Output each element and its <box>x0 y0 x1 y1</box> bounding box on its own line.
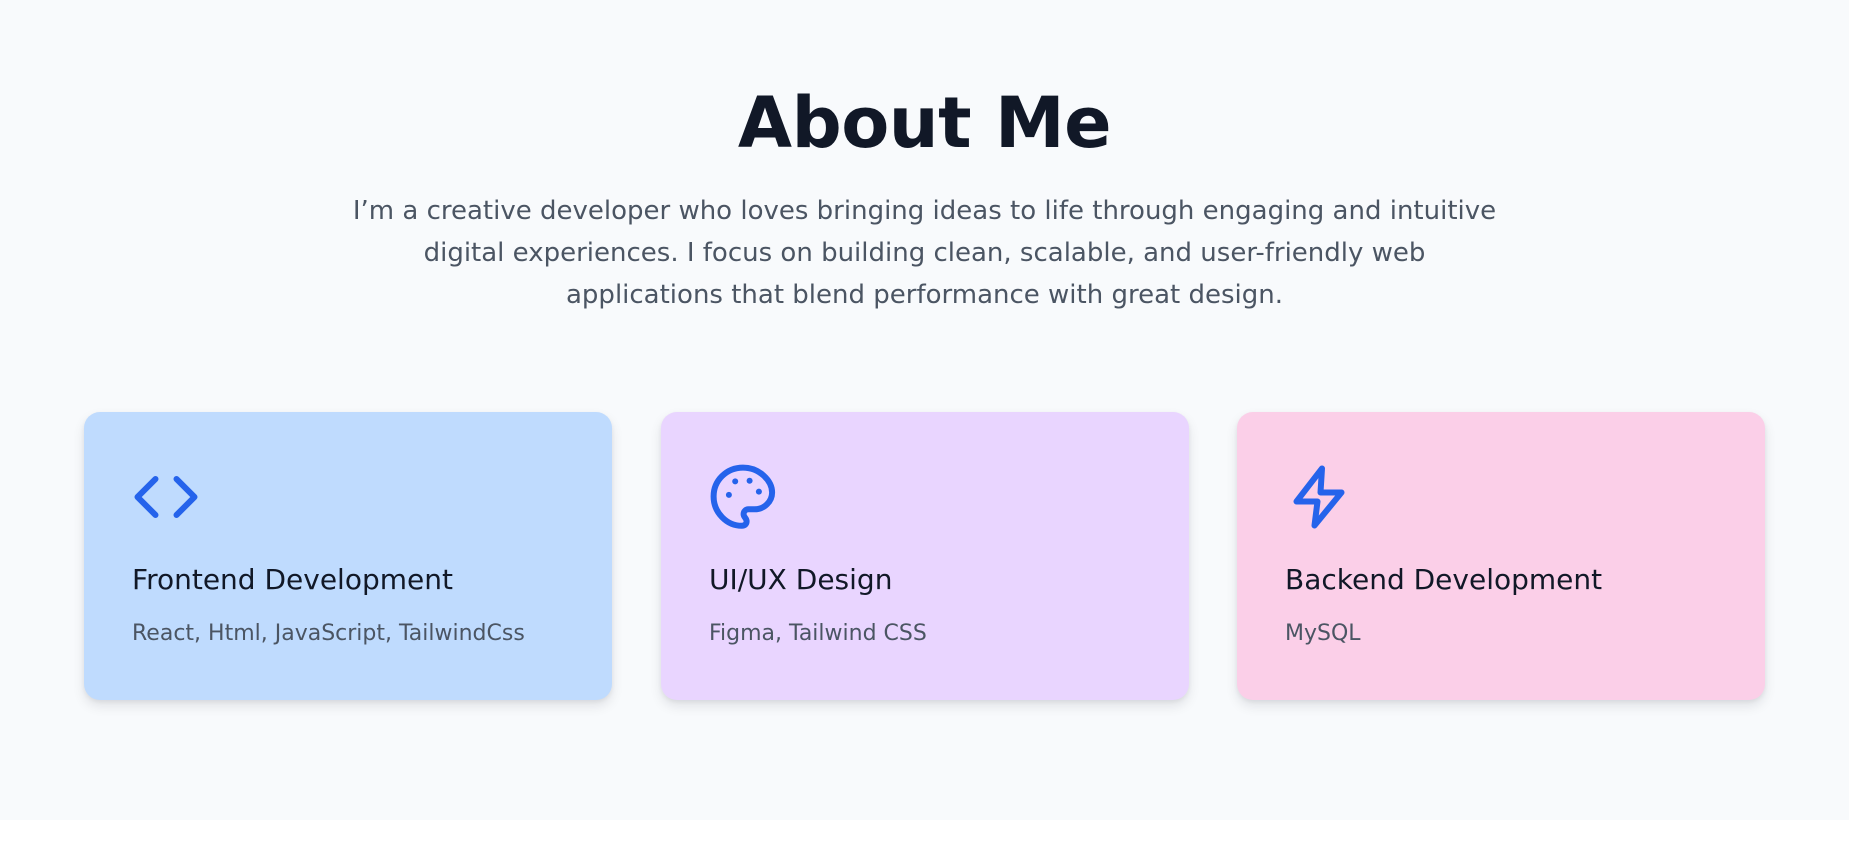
card-skills: Figma, Tailwind CSS <box>709 621 927 646</box>
section-title: About Me <box>737 82 1112 164</box>
intro-paragraph: I’m a creative developer who loves bring… <box>352 196 1497 310</box>
card-skills: MySQL <box>1285 621 1361 646</box>
palette-icon <box>707 461 779 533</box>
card-title: Frontend Development <box>132 563 453 596</box>
lightning-icon <box>1283 461 1355 533</box>
card-title: Backend Development <box>1285 563 1603 596</box>
card-frontend-development[interactable]: Frontend Development React, Html, JavaSc… <box>84 412 612 700</box>
card-backend-development[interactable]: Backend Development MySQL <box>1237 412 1765 700</box>
about-section: About Me I’m a creative developer who lo… <box>0 0 1849 820</box>
card-title: UI/UX Design <box>709 563 893 596</box>
card-ui-ux-design[interactable]: UI/UX Design Figma, Tailwind CSS <box>661 412 1189 700</box>
card-skills: React, Html, JavaScript, TailwindCss <box>132 621 525 646</box>
code-icon <box>130 461 202 533</box>
